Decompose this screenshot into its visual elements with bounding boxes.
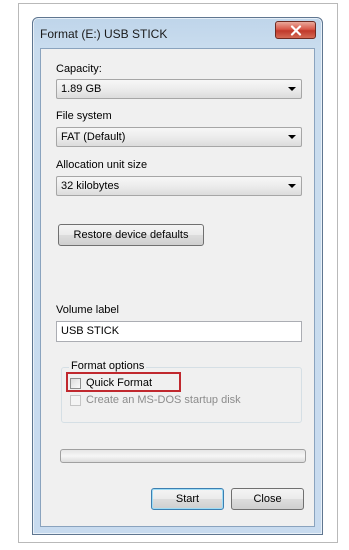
quick-format-checkbox[interactable] <box>70 377 81 389</box>
quick-format-option[interactable]: Quick Format <box>70 377 152 389</box>
volume-label-input-box[interactable] <box>56 321 302 342</box>
volume-label-label: Volume label <box>56 304 119 316</box>
close-button[interactable]: Close <box>231 488 304 510</box>
close-x-icon <box>290 24 301 36</box>
capacity-label: Capacity: <box>56 63 102 75</box>
allocation-unit-dropdown[interactable]: 32 kilobytes <box>56 176 302 196</box>
chevron-down-icon <box>288 135 296 139</box>
dialog-title: Format (E:) USB STICK <box>40 27 168 41</box>
capacity-value: 1.89 GB <box>61 83 102 95</box>
file-system-dropdown[interactable]: FAT (Default) <box>56 127 302 147</box>
msdos-startup-checkbox <box>70 394 81 406</box>
close-window-button[interactable] <box>275 21 316 39</box>
allocation-unit-value: 32 kilobytes <box>61 180 120 192</box>
file-system-label: File system <box>56 110 112 122</box>
file-system-value: FAT (Default) <box>61 131 126 143</box>
allocation-unit-label: Allocation unit size <box>56 159 148 171</box>
start-button[interactable]: Start <box>151 488 224 510</box>
chevron-down-icon <box>288 184 296 188</box>
format-options-title: Format options <box>69 360 147 372</box>
msdos-startup-label: Create an MS-DOS startup disk <box>86 394 241 406</box>
title-bar: Format (E:) USB STICK <box>33 18 322 48</box>
chevron-down-icon <box>288 87 296 91</box>
dialog-body: Capacity: 1.89 GB File system FAT (Defau… <box>40 48 315 527</box>
quick-format-label: Quick Format <box>86 377 153 389</box>
volume-label-input[interactable] <box>57 322 301 340</box>
format-progress-bar <box>60 449 306 463</box>
capacity-dropdown[interactable]: 1.89 GB <box>56 79 302 99</box>
format-dialog: Format (E:) USB STICK Capacity: 1.89 GB … <box>32 17 323 535</box>
restore-defaults-button[interactable]: Restore device defaults <box>58 224 204 246</box>
msdos-startup-option: Create an MS-DOS startup disk <box>70 394 241 406</box>
